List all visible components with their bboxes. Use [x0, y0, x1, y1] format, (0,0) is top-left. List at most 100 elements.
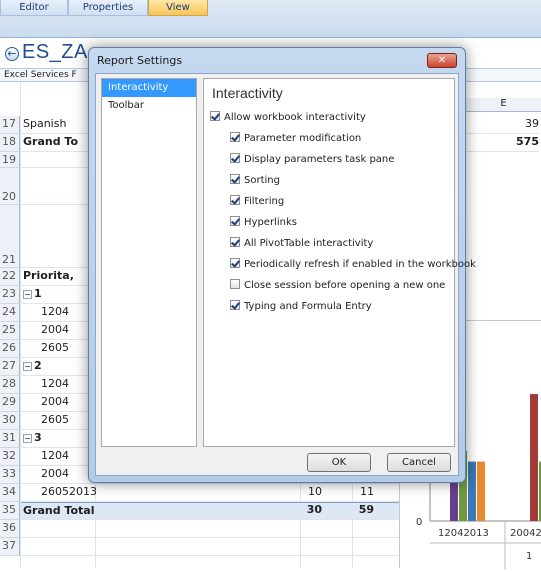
- table-row[interactable]: 26052013: [21, 484, 399, 502]
- option-typing-and-formula-entry[interactable]: Typing and Formula Entry: [230, 300, 372, 312]
- row-label: 1204: [41, 305, 69, 318]
- checkbox[interactable]: [210, 111, 220, 121]
- row-label: 2004: [41, 323, 69, 336]
- row-label: 2605: [41, 341, 69, 354]
- row-label: 2004: [41, 467, 69, 480]
- option-label: Sorting: [244, 175, 280, 186]
- row-header[interactable]: 22: [0, 268, 20, 286]
- row-header[interactable]: 20: [0, 168, 20, 205]
- row-label: 2605: [41, 413, 69, 426]
- row-label: 1204: [41, 449, 69, 462]
- option-label: Typing and Formula Entry: [244, 301, 372, 312]
- row-header[interactable]: 30: [0, 412, 20, 430]
- option-allow-workbook-interactivity[interactable]: Allow workbook interactivity: [210, 111, 366, 123]
- group-label: 2: [34, 359, 42, 372]
- row-header[interactable]: 26: [0, 340, 20, 358]
- checkbox[interactable]: [230, 153, 240, 163]
- collapse-icon[interactable]: −: [23, 433, 32, 443]
- tab-properties[interactable]: Properties: [68, 0, 148, 16]
- row-header[interactable]: 33: [0, 466, 20, 484]
- checkbox[interactable]: [230, 237, 240, 247]
- row-label: 1204: [41, 377, 69, 390]
- option-hyperlinks[interactable]: Hyperlinks: [230, 216, 297, 228]
- row-label: 26052013: [41, 485, 97, 498]
- row-header[interactable]: 32: [0, 448, 20, 466]
- value-cell[interactable]: 59: [352, 502, 374, 520]
- option-label: Display parameters task pane: [244, 154, 395, 165]
- value-cell[interactable]: 575: [466, 134, 539, 152]
- option-all-pivottable-interactivity[interactable]: All PivotTable interactivity: [230, 237, 373, 249]
- row-label: Grand Total: [23, 504, 95, 517]
- tab-editor[interactable]: Editor: [0, 0, 68, 16]
- row-header[interactable]: 17: [0, 116, 20, 134]
- option-label: Periodically refresh if enabled in the w…: [244, 259, 476, 270]
- nav-item-interactivity[interactable]: Interactivity: [102, 79, 196, 97]
- option-filtering[interactable]: Filtering: [230, 195, 284, 207]
- option-sorting[interactable]: Sorting: [230, 174, 280, 186]
- chart-bar: [468, 461, 476, 521]
- row-label: 2004: [41, 395, 69, 408]
- row-header[interactable]: 25: [0, 322, 20, 340]
- row-label: Grand To: [23, 135, 79, 148]
- option-parameter-modification[interactable]: Parameter modification: [230, 132, 361, 144]
- row-header[interactable]: 29: [0, 394, 20, 412]
- row-header[interactable]: 21: [0, 205, 20, 268]
- row-header[interactable]: 28: [0, 376, 20, 394]
- table-row[interactable]: [21, 520, 399, 538]
- checkbox[interactable]: [230, 258, 240, 268]
- back-arrow-icon[interactable]: ←: [5, 47, 19, 61]
- checkbox[interactable]: [230, 216, 240, 226]
- interactivity-panel: Interactivity Allow workbook interactivi…: [203, 78, 476, 447]
- value-cell[interactable]: 39: [466, 116, 539, 134]
- row-header[interactable]: 23: [0, 286, 20, 304]
- y-tick-label: 0: [416, 517, 422, 528]
- nav-item-toolbar[interactable]: Toolbar: [102, 97, 196, 115]
- row-header[interactable]: 37: [0, 538, 20, 556]
- x-tick-label: 12042013: [438, 528, 489, 539]
- option-label: Close session before opening a new one: [244, 280, 446, 291]
- panel-title: Interactivity: [212, 85, 283, 101]
- collapse-icon[interactable]: −: [23, 361, 32, 371]
- value-cell[interactable]: 11: [352, 484, 374, 502]
- dialog-body: Interactivity Toolbar Interactivity Allo…: [95, 73, 476, 476]
- row-header[interactable]: 31: [0, 430, 20, 448]
- option-label: All PivotTable interactivity: [244, 238, 374, 249]
- group-label: 3: [34, 431, 42, 444]
- row-header[interactable]: 36: [0, 520, 20, 538]
- checkbox[interactable]: [230, 132, 240, 142]
- tab-view[interactable]: View: [148, 0, 208, 16]
- row-header[interactable]: 35: [0, 502, 20, 520]
- settings-nav: Interactivity Toolbar: [101, 78, 197, 447]
- collapse-icon[interactable]: −: [23, 289, 32, 299]
- chart-bar: [530, 394, 538, 521]
- row-header[interactable]: 18: [0, 134, 20, 152]
- ok-button[interactable]: OK: [307, 453, 371, 472]
- row-header[interactable]: 19: [0, 152, 20, 168]
- ribbon: Editor Properties View: [0, 0, 541, 38]
- page-title: ES_ZA: [22, 41, 88, 63]
- close-button[interactable]: ✕: [427, 53, 457, 68]
- total-row[interactable]: Grand Total: [21, 502, 400, 520]
- x-tick-label: 200420: [510, 528, 541, 539]
- table-row[interactable]: [21, 538, 399, 556]
- value-cell[interactable]: 30: [300, 502, 322, 520]
- column-header-e[interactable]: E: [466, 98, 541, 112]
- checkbox[interactable]: [230, 174, 240, 184]
- dialog-title: Report Settings: [97, 54, 183, 67]
- option-label: Filtering: [244, 196, 285, 207]
- row-header[interactable]: 24: [0, 304, 20, 322]
- option-label: Hyperlinks: [244, 217, 297, 228]
- cancel-button[interactable]: Cancel: [387, 453, 451, 472]
- row-header[interactable]: 34: [0, 484, 20, 502]
- value-cell[interactable]: 10: [300, 484, 322, 502]
- checkbox[interactable]: [230, 195, 240, 205]
- option-periodically-refresh-if-enabled-in-the-workbook[interactable]: Periodically refresh if enabled in the w…: [230, 258, 476, 270]
- group-label: 1: [34, 287, 42, 300]
- row-label: Spanish: [23, 117, 67, 130]
- option-label: Parameter modification: [244, 133, 362, 144]
- option-display-parameters-task-pane[interactable]: Display parameters task pane: [230, 153, 394, 165]
- row-header[interactable]: 27: [0, 358, 20, 376]
- option-close-session-before-opening-a-new-one[interactable]: Close session before opening a new one: [230, 279, 445, 291]
- checkbox[interactable]: [230, 300, 240, 310]
- checkbox[interactable]: [230, 279, 240, 289]
